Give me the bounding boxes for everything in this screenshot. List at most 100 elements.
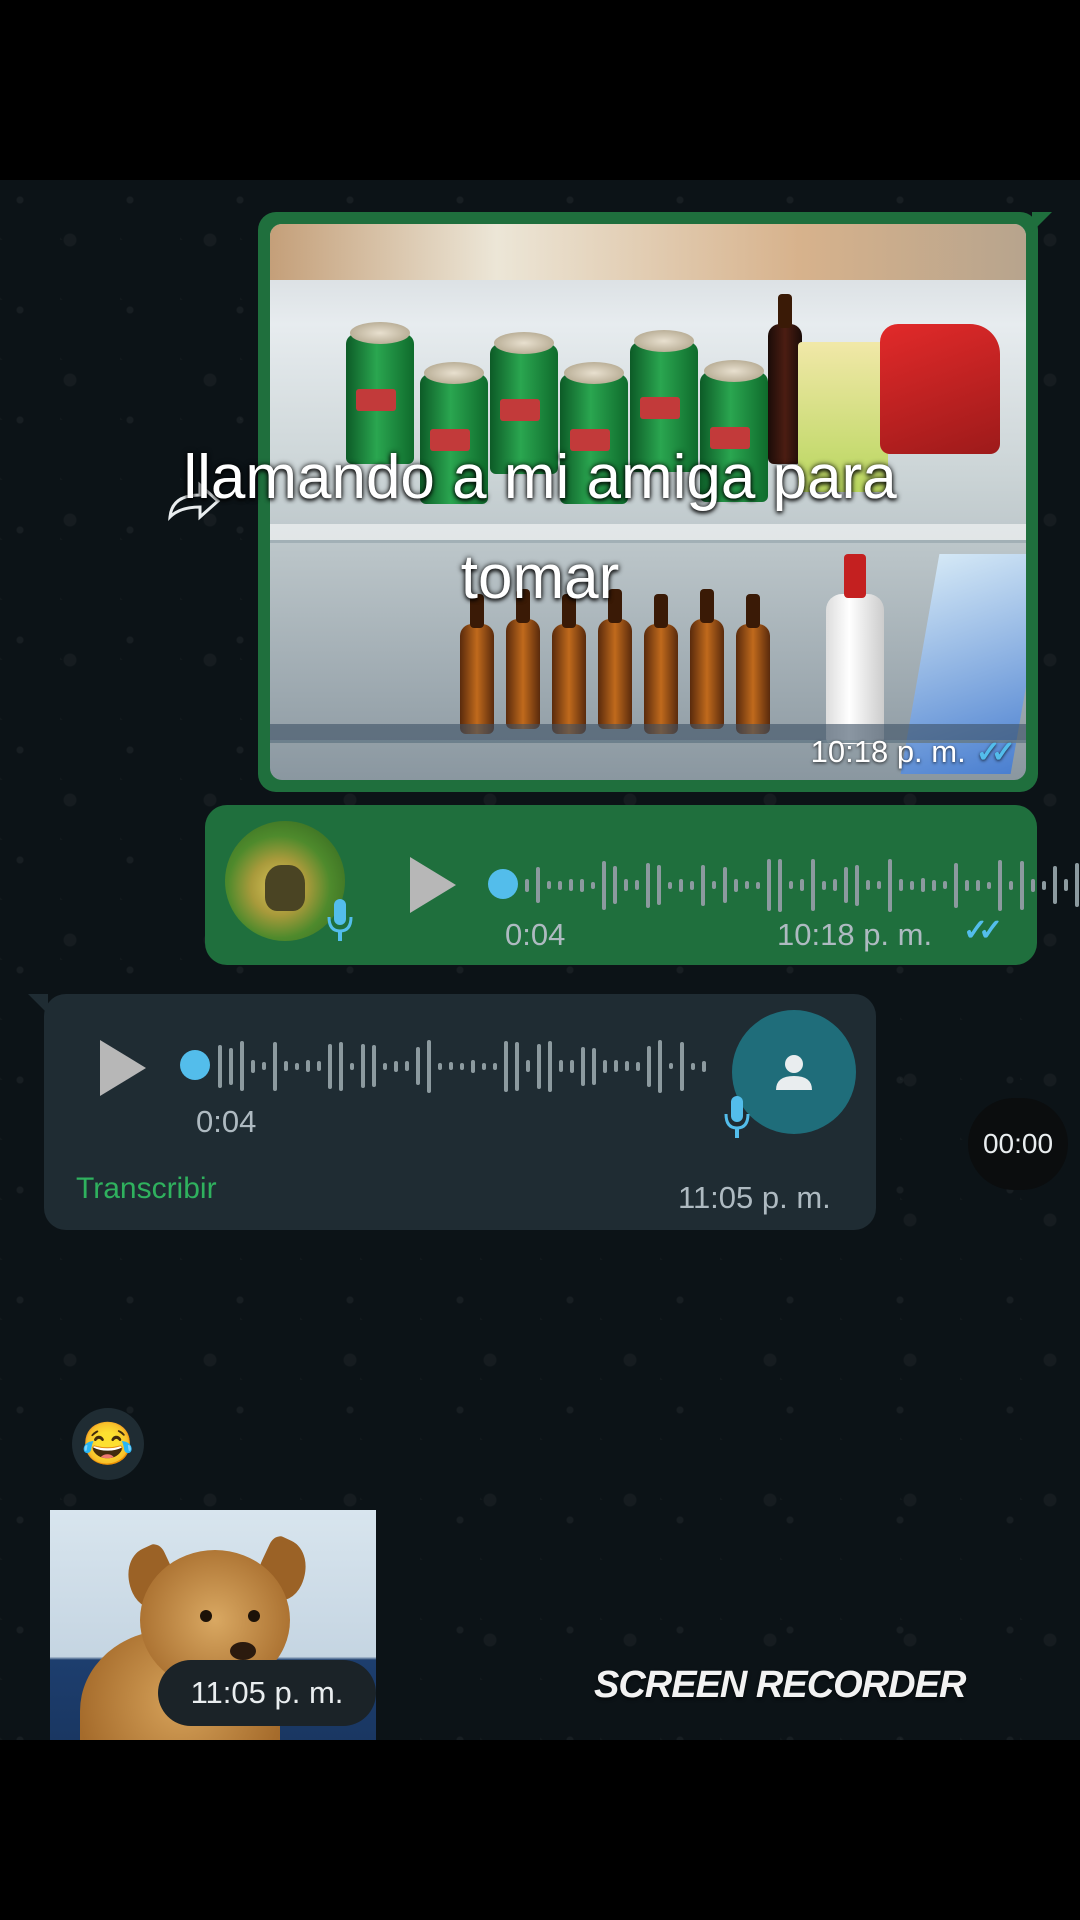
beer-bottle xyxy=(644,594,678,734)
waveform-bar xyxy=(866,880,870,890)
waveform-bar xyxy=(998,859,1002,911)
waveform-bar xyxy=(668,881,672,889)
waveform-bar xyxy=(910,880,914,890)
transcribe-link[interactable]: Transcribir xyxy=(76,1172,217,1206)
waveform-bar xyxy=(537,1043,541,1089)
timer-text: 00:00 xyxy=(982,1128,1054,1159)
waveform-bar xyxy=(317,1061,321,1071)
waveform-bar xyxy=(943,881,947,889)
waveform-bar xyxy=(350,1062,354,1070)
waveform-bar xyxy=(504,1040,508,1092)
waveform-bar xyxy=(669,1063,673,1069)
play-button[interactable] xyxy=(410,857,456,913)
waveform-bar xyxy=(691,1062,695,1070)
beer-bottle xyxy=(690,589,724,729)
waveform-bar xyxy=(800,879,804,891)
waveform-bar xyxy=(372,1045,376,1087)
waveform-bar xyxy=(1031,878,1035,892)
waveform-bar xyxy=(427,1039,431,1093)
waveform-bar xyxy=(954,862,958,908)
waveform-bar xyxy=(405,1061,409,1071)
waveform-bar xyxy=(284,1061,288,1071)
waveform-bar xyxy=(229,1047,233,1085)
waveform-bar xyxy=(789,881,793,889)
waveform-bar xyxy=(636,1061,640,1071)
message-time: 11:05 p. m. xyxy=(678,1180,831,1215)
waveform-bar xyxy=(614,1060,618,1072)
waveform-bar xyxy=(339,1041,343,1091)
waveform-bar xyxy=(822,880,826,890)
beer-bottle xyxy=(598,589,632,729)
waveform-bar xyxy=(976,879,980,891)
waveform-bar xyxy=(767,859,771,911)
waveform-bar xyxy=(493,1062,497,1070)
waveform-bar xyxy=(646,862,650,908)
play-button[interactable] xyxy=(100,1040,146,1096)
waveform-bar xyxy=(536,867,540,903)
waveform-bar xyxy=(1053,866,1057,904)
message-time: 10:18 p. m. xyxy=(810,734,966,769)
incoming-voice-message[interactable]: 0:04 Transcribir 11:05 p. m. xyxy=(28,994,876,1230)
microphone-icon xyxy=(722,1094,752,1149)
waveform-bar xyxy=(449,1062,453,1070)
audio-seek-knob[interactable] xyxy=(488,869,518,899)
waveform-bar xyxy=(603,1059,607,1073)
waveform-bar xyxy=(624,879,628,891)
audio-waveform[interactable] xyxy=(525,855,1080,915)
waveform-bar xyxy=(482,1062,486,1070)
waveform-bar xyxy=(525,878,529,892)
audio-waveform[interactable] xyxy=(218,1036,738,1096)
outgoing-voice-message[interactable]: 0:04 10:18 p. m. ✓✓ xyxy=(205,805,1079,965)
video-caption: llamando a mi amiga para tomar xyxy=(0,428,1080,628)
waveform-bar xyxy=(702,1060,706,1072)
waveform-bar xyxy=(745,881,749,889)
waveform-bar xyxy=(515,1041,519,1091)
waveform-bar xyxy=(592,1047,596,1085)
caption-line: tomar xyxy=(460,543,620,612)
waveform-bar xyxy=(1042,880,1046,890)
double-check-icon: ✓✓ xyxy=(975,735,1016,769)
waveform-bar xyxy=(712,881,716,889)
waveform-bar xyxy=(471,1059,475,1073)
waveform-bar xyxy=(1009,880,1013,890)
waveform-bar xyxy=(240,1041,244,1091)
waveform-bar xyxy=(559,1060,563,1072)
waveform-bar xyxy=(635,880,639,890)
waveform-bar xyxy=(1020,860,1024,910)
message-time: 10:18 p. m. xyxy=(777,917,933,952)
waveform-bar xyxy=(569,879,573,891)
waveform-bar xyxy=(658,1039,662,1093)
dog-eye xyxy=(200,1610,212,1622)
waveform-bar xyxy=(548,1040,552,1092)
waveform-bar xyxy=(328,1043,332,1089)
waveform-bar xyxy=(394,1060,398,1072)
chat-area[interactable]: 10:18 p. m. ✓✓ 0:04 10:18 p. m. ✓✓ 0:04 … xyxy=(0,180,1080,1740)
waveform-bar xyxy=(580,878,584,892)
waveform-bar xyxy=(657,865,661,905)
waveform-bar xyxy=(1064,879,1068,891)
beer-bottle xyxy=(506,589,540,729)
waveform-bar xyxy=(416,1047,420,1085)
laughing-emoji: 😂 xyxy=(81,1419,135,1467)
waveform-bar xyxy=(295,1062,299,1070)
screen-recorder-watermark: SCREEN RECORDER xyxy=(594,1664,966,1706)
message-meta: 10:18 p. m. ✓✓ xyxy=(810,734,1016,770)
microphone-icon xyxy=(325,897,355,952)
waveform-bar xyxy=(383,1062,387,1070)
waveform-bar xyxy=(591,881,595,889)
waveform-bar xyxy=(701,864,705,906)
audio-seek-knob[interactable] xyxy=(180,1050,210,1080)
waveform-bar xyxy=(547,881,551,889)
waveform-bar xyxy=(932,879,936,891)
bubble-tail xyxy=(28,994,48,1014)
reaction-badge[interactable]: 😂 xyxy=(72,1408,144,1480)
caption-line: llamando a mi amiga para xyxy=(183,443,897,512)
message-time: 11:05 p. m. xyxy=(190,1675,344,1710)
waveform-bar xyxy=(844,867,848,903)
person-icon xyxy=(776,1055,812,1090)
bubble-tail xyxy=(1032,212,1052,232)
waveform-bar xyxy=(833,879,837,891)
waveform-bar xyxy=(987,881,991,889)
waveform-bar xyxy=(647,1045,651,1087)
double-check-icon: ✓✓ xyxy=(963,914,1003,947)
